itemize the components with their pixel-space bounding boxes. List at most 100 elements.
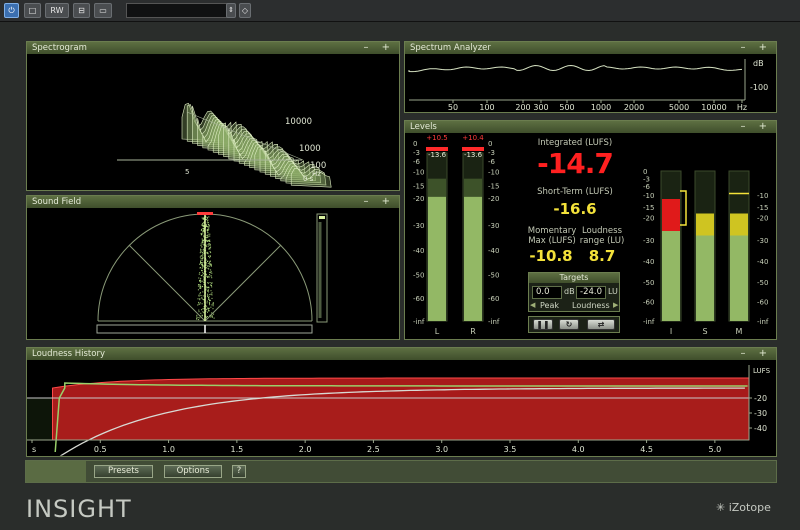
sound-field-dot xyxy=(202,286,204,288)
history-y-tick-label: -40 xyxy=(754,424,767,433)
preset-menu-button[interactable]: ⇕ xyxy=(226,3,236,18)
right-scale-label: -inf xyxy=(488,318,500,326)
sound-field-dot xyxy=(207,232,209,233)
sound-field-dot xyxy=(207,307,209,309)
sound-field-dot xyxy=(207,236,209,238)
left-scale-label: -3 xyxy=(413,149,420,157)
loudness-meters: 0-3-6-10-15-20-30-40-50-60-inf-10-15-20-… xyxy=(643,168,769,336)
sound-field-dot xyxy=(206,317,207,319)
compare-button[interactable]: □ xyxy=(24,3,41,18)
sound-field-dot xyxy=(199,315,201,317)
loudness-scale-right-label: -60 xyxy=(757,299,768,307)
meter-hold xyxy=(428,178,446,197)
history-x-tick-label: 4.5 xyxy=(640,445,653,454)
sound-field-dot xyxy=(210,263,212,265)
sound-field-dot xyxy=(201,238,203,240)
sound-field-dot xyxy=(202,218,204,220)
loudness-scale-left-label: -6 xyxy=(643,183,651,191)
sound-field-dot xyxy=(210,293,212,295)
bypass-button[interactable]: ⊟ xyxy=(73,3,90,18)
integrated-value: -14.7 xyxy=(537,147,614,180)
spectrum-freq-tick-label: 500 xyxy=(559,103,574,112)
sound-field-dot xyxy=(198,295,200,297)
help-button[interactable]: ? xyxy=(232,465,246,478)
write-label: W xyxy=(55,6,64,15)
sound-field-dot xyxy=(209,260,211,262)
sound-field-dot xyxy=(197,317,199,319)
maker-logo: ✳ iZotope xyxy=(716,501,771,514)
sound-field-dot xyxy=(202,243,204,245)
sound-field-dot xyxy=(200,233,202,235)
bottom-bar: Presets Options ? xyxy=(25,460,777,483)
sound-field-dot xyxy=(207,241,209,242)
spectrum-freq-tick-label: 5000 xyxy=(669,103,689,112)
right-scale-label: 0 xyxy=(488,140,492,148)
sound-field-dot xyxy=(201,262,203,263)
sound-field-dot xyxy=(211,312,213,314)
sound-field-dot xyxy=(209,248,211,250)
panel-controls[interactable]: – + xyxy=(740,121,772,133)
sound-field-dot xyxy=(211,294,213,296)
sound-field-dot xyxy=(208,240,210,242)
presets-button[interactable]: Presets xyxy=(94,465,153,478)
sound-field-dot xyxy=(202,257,204,259)
panel-controls[interactable]: – + xyxy=(740,42,772,54)
sound-field-dot xyxy=(200,258,202,259)
preset-action-button[interactable]: ◇ xyxy=(239,3,251,18)
preset-field[interactable] xyxy=(126,3,234,18)
sound-field-dot xyxy=(209,244,211,246)
sound-field-dot xyxy=(201,309,202,311)
sound-field-dot xyxy=(200,250,201,252)
sound-field-dot xyxy=(201,303,203,305)
sound-field-dot xyxy=(199,284,200,286)
read-write-button[interactable]: RW xyxy=(45,3,69,18)
power-button[interactable]: ⏻ xyxy=(4,3,19,18)
sound-field-dot xyxy=(202,226,204,228)
loudness-target-field[interactable]: -24.0 xyxy=(576,286,606,299)
sound-field-dot xyxy=(213,313,215,315)
panel-controls[interactable]: – + xyxy=(363,196,395,208)
sound-field-dot xyxy=(203,230,204,232)
history-y-ticks: -20 -30 -40 xyxy=(749,394,767,433)
sound-field-dot xyxy=(208,243,210,244)
integrated-over-target xyxy=(662,199,680,231)
sound-field-dot xyxy=(208,291,210,293)
sound-field-dot xyxy=(209,299,211,301)
sound-field-dot xyxy=(198,277,200,279)
sound-field-dot xyxy=(209,255,211,257)
options-button[interactable]: Options xyxy=(164,465,222,478)
sound-field-dot xyxy=(207,230,209,232)
levels-panel: Levels – + 0 -3 -6 -10 -15 -20 -30 -40 -50 -60 -in… xyxy=(404,120,777,340)
sound-field-dot xyxy=(202,217,204,219)
loudness-scale-left-label: -60 xyxy=(643,299,654,307)
pause-button[interactable]: ❚❚ xyxy=(533,319,553,330)
reset-button[interactable]: ↻ xyxy=(559,319,579,330)
sound-field-dot xyxy=(199,299,201,301)
reset-icon: ↻ xyxy=(565,320,573,329)
swap-icon: ⇄ xyxy=(597,320,605,329)
sound-field-dot xyxy=(202,251,204,253)
spectrum-freq-tick-label: 10000 xyxy=(701,103,726,112)
history-x-tick-label: 2.5 xyxy=(367,445,380,454)
spectrum-freq-tick-label: 100 xyxy=(479,103,494,112)
sound-field-dot xyxy=(208,265,210,267)
target-right-arrow-icon[interactable]: ▶ xyxy=(613,301,618,309)
target-left-arrow-icon[interactable]: ◀ xyxy=(530,301,535,309)
spectrum-curve xyxy=(408,64,743,73)
sound-field-dot xyxy=(207,311,208,313)
peak-target-field[interactable]: 0.0 xyxy=(532,286,562,299)
transport-controls: ❚❚ ↻ ⇄ xyxy=(528,316,620,333)
momentary-label: Momentary xyxy=(527,226,577,236)
sound-field-dot xyxy=(207,245,209,247)
sound-field-dot xyxy=(202,276,204,278)
loudness-meter-label: M xyxy=(736,327,743,336)
swap-button[interactable]: ⇄ xyxy=(587,319,615,330)
save-preset-button[interactable]: ▭ xyxy=(94,3,112,18)
sound-field-dot xyxy=(200,243,202,245)
sound-field-dot xyxy=(202,231,204,233)
loudness-meter-fill xyxy=(696,235,714,321)
panel-controls[interactable]: – + xyxy=(740,348,772,360)
sound-field-dot xyxy=(202,253,204,255)
sound-field-dot xyxy=(199,252,201,254)
panel-controls[interactable]: – + xyxy=(363,42,395,54)
